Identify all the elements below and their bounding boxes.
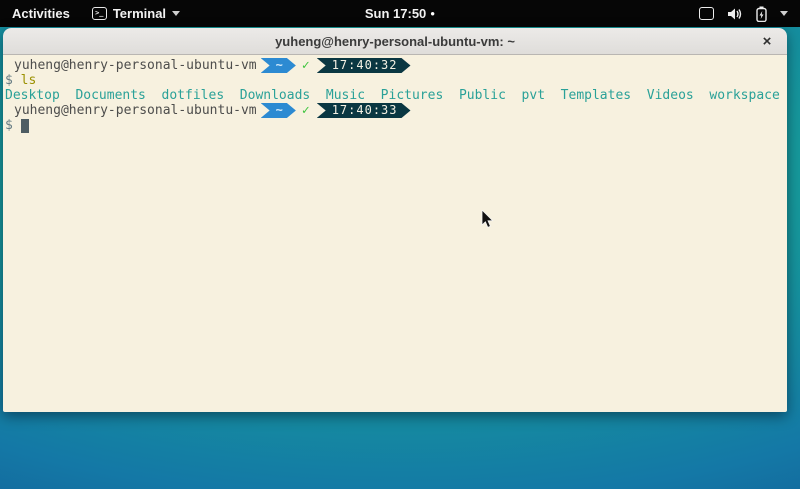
current-prompt-line: $ bbox=[5, 118, 785, 133]
prompt-user-host: yuheng@henry-personal-ubuntu-vm bbox=[5, 103, 257, 118]
prompt-path-segment: ~ bbox=[261, 58, 296, 73]
screen-icon bbox=[699, 7, 714, 20]
dir-entry: Desktop bbox=[5, 88, 60, 103]
dir-entry: Templates bbox=[561, 88, 631, 103]
ls-output-line: Desktop Documents dotfiles Downloads Music Pi… bbox=[5, 88, 785, 103]
dir-entry: Public bbox=[459, 88, 506, 103]
terminal-cursor bbox=[21, 119, 29, 133]
activities-button[interactable]: Activities bbox=[0, 0, 82, 27]
prompt-line-1: yuheng@henry-personal-ubuntu-vm ~ ✓ 17:4… bbox=[5, 58, 785, 73]
dir-entry: dotfiles bbox=[162, 88, 225, 103]
dir-entry: Pictures bbox=[381, 88, 444, 103]
prompt-time-segment: 17:40:32 bbox=[317, 58, 411, 73]
prompt-path-segment: ~ bbox=[261, 103, 296, 118]
terminal-icon: >_ bbox=[92, 7, 107, 20]
top-bar: Activities >_ Terminal Sun 17:50 ● bbox=[0, 0, 800, 27]
prompt-line-2: yuheng@henry-personal-ubuntu-vm ~ ✓ 17:4… bbox=[5, 103, 785, 118]
terminal-window: yuheng@henry-personal-ubuntu-vm: ~ × yuh… bbox=[3, 28, 787, 412]
app-menu-caret-icon bbox=[172, 11, 180, 16]
dir-entry: Videos bbox=[647, 88, 694, 103]
system-status-area[interactable] bbox=[687, 0, 800, 27]
dir-entry: Downloads bbox=[240, 88, 310, 103]
dir-entry: workspace bbox=[709, 88, 779, 103]
app-menu-label: Terminal bbox=[113, 6, 166, 21]
dir-entry: pvt bbox=[522, 88, 545, 103]
activities-label: Activities bbox=[12, 6, 70, 21]
command-line: $ ls bbox=[5, 73, 785, 88]
dir-entry: Music bbox=[326, 88, 365, 103]
app-menu-button[interactable]: >_ Terminal bbox=[82, 0, 190, 27]
window-titlebar[interactable]: yuheng@henry-personal-ubuntu-vm: ~ × bbox=[3, 28, 787, 55]
window-title: yuheng@henry-personal-ubuntu-vm: ~ bbox=[275, 34, 515, 49]
close-icon[interactable]: × bbox=[755, 28, 779, 54]
volume-icon bbox=[727, 7, 743, 21]
prompt-status-check-icon: ✓ bbox=[302, 58, 310, 73]
desktop: Activities >_ Terminal Sun 17:50 ● bbox=[0, 0, 800, 489]
prompt-user-host: yuheng@henry-personal-ubuntu-vm bbox=[5, 58, 257, 73]
notification-dot-icon: ● bbox=[430, 10, 435, 18]
terminal-content[interactable]: yuheng@henry-personal-ubuntu-vm ~ ✓ 17:4… bbox=[3, 55, 787, 412]
top-bar-left: Activities >_ Terminal bbox=[0, 0, 190, 27]
prompt-status-check-icon: ✓ bbox=[302, 103, 310, 118]
prompt-dollar: $ bbox=[5, 73, 13, 88]
prompt-time-segment: 17:40:33 bbox=[317, 103, 411, 118]
battery-charging-icon bbox=[756, 6, 767, 22]
dir-entry: Documents bbox=[75, 88, 145, 103]
clock-button[interactable]: Sun 17:50 bbox=[365, 6, 426, 21]
command-text: ls bbox=[21, 73, 37, 88]
mouse-pointer-icon bbox=[481, 210, 494, 229]
system-menu-chevron-icon bbox=[780, 11, 788, 16]
prompt-dollar: $ bbox=[5, 118, 13, 133]
